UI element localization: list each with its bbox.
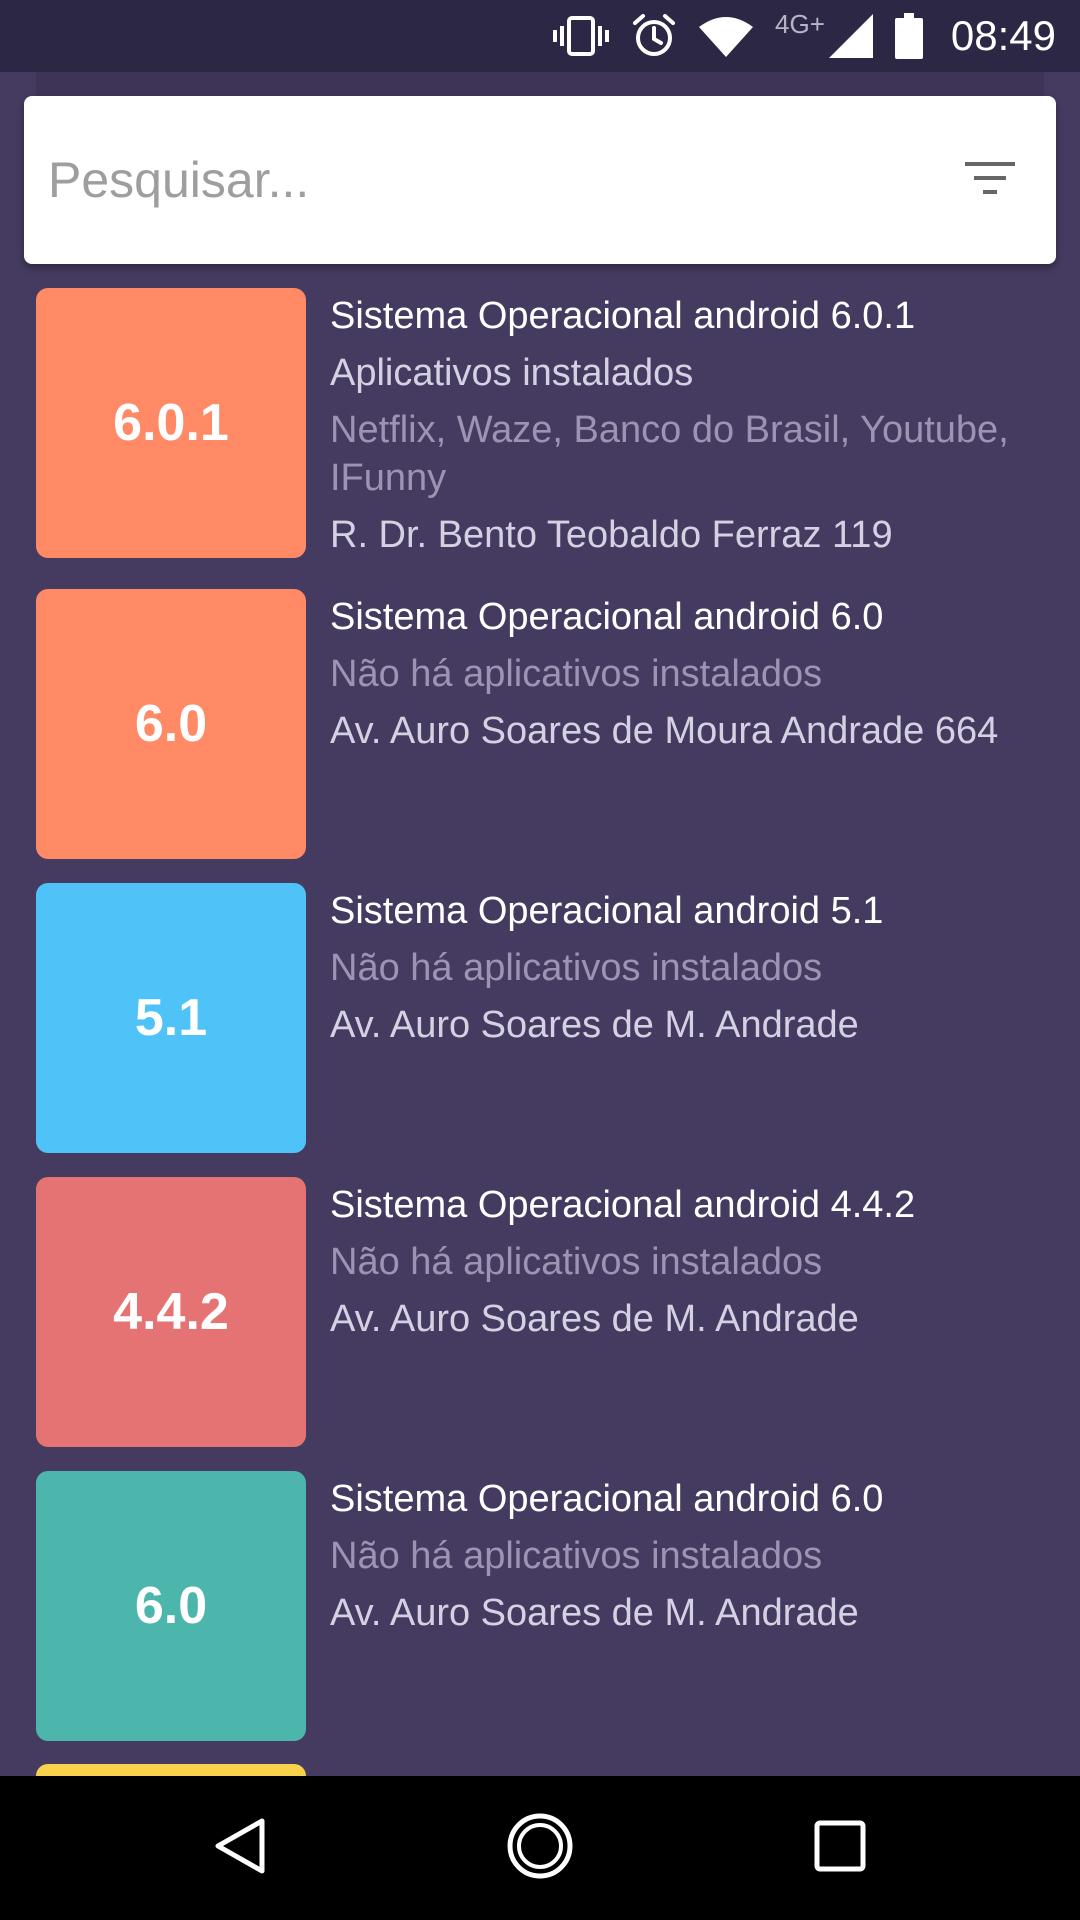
item-title: Sistema Operacional android 6.0 [330, 1478, 884, 1520]
item-text: Sistema Operacional android 4.4.2 Não há… [330, 1181, 1050, 1343]
version-tile: 5.1 [36, 883, 306, 1153]
version-label: 6.0 [134, 695, 208, 753]
list-item[interactable]: 4.4.2 Sistema Operacional android 4.4.2 … [36, 1177, 1056, 1447]
clock: 08:49 [950, 12, 1056, 59]
apps-label: Não há aplicativos instalados [330, 1535, 823, 1577]
apps-label: Não há aplicativos instalados [330, 1241, 823, 1283]
version-label: 6.0 [134, 1577, 208, 1635]
wifi-icon [699, 15, 754, 57]
apps-label: Não há aplicativos instalados [330, 947, 823, 989]
back-button[interactable] [204, 1812, 276, 1884]
version-label: 4.4.2 [113, 1283, 229, 1341]
filter-icon [965, 160, 1015, 201]
vibrate-icon [553, 16, 610, 56]
item-address: R. Dr. Bento Teobaldo Ferraz 119 [330, 514, 893, 556]
toolbar-edge [36, 72, 1044, 96]
home-button[interactable] [504, 1812, 576, 1884]
apps-label: Não há aplicativos instalados [330, 653, 823, 695]
search-input[interactable] [48, 140, 908, 220]
signal-icon [828, 14, 873, 58]
navigation-bar [0, 1776, 1080, 1920]
item-text: Sistema Operacional android 6.0 Não há a… [330, 1475, 1050, 1637]
recents-button[interactable] [804, 1812, 876, 1884]
item-address: Av. Auro Soares de M. Andrade [330, 1592, 859, 1634]
item-address: Av. Auro Soares de M. Andrade [330, 1004, 859, 1046]
item-text: Sistema Operacional android 5.1 Não há a… [330, 887, 1050, 1049]
version-label: 5.1 [134, 989, 208, 1047]
status-bar: 4G+ 08:49 [0, 0, 1080, 72]
filter-button[interactable] [958, 148, 1022, 212]
item-text: Sistema Operacional android 6.0 Não há a… [330, 593, 1050, 755]
version-tile: 6.0 [36, 589, 306, 859]
status-icons: 4G+ 08:49 [553, 0, 1056, 72]
alarm-icon [631, 13, 677, 59]
list-item[interactable]: 6.0 Sistema Operacional android 6.0 Não … [36, 589, 1056, 859]
item-title: Sistema Operacional android 5.1 [330, 890, 884, 932]
item-address: Av. Auro Soares de M. Andrade [330, 1298, 859, 1340]
apps-label: Aplicativos instalados [330, 352, 694, 394]
list-item[interactable]: 5.1 Sistema Operacional android 5.1 Não … [36, 883, 1056, 1153]
item-text: Sistema Operacional android 6.0.1 Aplica… [330, 292, 1050, 559]
apps-list: Netflix, Waze, Banco do Brasil, Youtube,… [330, 409, 1009, 499]
item-title: Sistema Operacional android 6.0 [330, 596, 884, 638]
battery-icon [894, 13, 923, 59]
version-label: 6.0.1 [113, 394, 229, 452]
item-title: Sistema Operacional android 4.4.2 [330, 1184, 916, 1226]
item-address: Av. Auro Soares de Moura Andrade 664 [330, 710, 999, 752]
version-tile: 4.4.2 [36, 1177, 306, 1447]
item-title: Sistema Operacional android 6.0.1 [330, 295, 916, 337]
version-tile: 6.0.1 [36, 288, 306, 558]
back-icon [212, 1816, 268, 1881]
list-item[interactable]: 6.0.1 Sistema Operacional android 6.0.1 … [36, 288, 1056, 558]
network-type-label: 4G+ [775, 8, 825, 39]
version-tile: 6.0 [36, 1471, 306, 1741]
search-card [24, 96, 1056, 264]
list-item[interactable]: 6.0 Sistema Operacional android 6.0 Não … [36, 1471, 1056, 1741]
recents-icon [814, 1820, 866, 1877]
home-icon [506, 1812, 574, 1885]
